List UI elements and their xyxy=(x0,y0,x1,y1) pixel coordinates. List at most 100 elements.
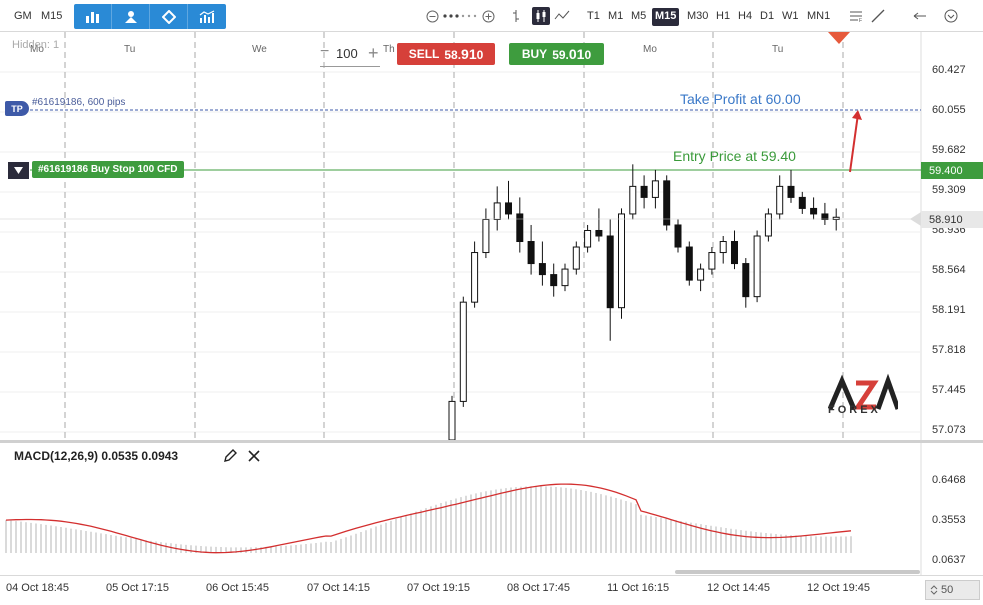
order-menu-button[interactable] xyxy=(8,162,29,179)
macd-axis-label: 0.3553 xyxy=(932,514,966,526)
time-label: 04 Oct 18:45 xyxy=(6,582,69,594)
pencil-icon[interactable] xyxy=(222,448,238,464)
pending-order-badge[interactable]: #61619186 Buy Stop 100 CFD xyxy=(32,161,184,178)
candle-body xyxy=(651,180,659,198)
candle-body xyxy=(663,180,671,226)
line-chart-icon xyxy=(554,10,570,20)
sell-label: SELL xyxy=(408,47,440,61)
tf-M1[interactable]: M1 xyxy=(608,10,623,22)
candle-body xyxy=(493,202,501,220)
close-icon[interactable] xyxy=(246,448,262,464)
chart-toolbar: GM M15 T1 M1 M5 M15 M30 H1 H4 D1 W1 MN1 … xyxy=(0,0,983,32)
tf-M30[interactable]: M30 xyxy=(687,10,708,22)
macd-axis-label: 0.6468 xyxy=(932,474,966,486)
tf-M15[interactable]: M15 xyxy=(652,8,680,26)
trader-icon xyxy=(124,10,137,23)
time-label: 05 Oct 17:15 xyxy=(106,582,169,594)
candle-body xyxy=(640,185,648,198)
macd-histogram xyxy=(5,486,852,553)
price-axis-label: 57.445 xyxy=(932,384,966,396)
bars-count-selector[interactable]: 50 xyxy=(925,580,980,600)
sell-button[interactable]: SELL 58.910 xyxy=(397,43,495,65)
candle-body xyxy=(798,196,806,209)
quantity-increment[interactable]: + xyxy=(368,43,379,64)
buy-price-big: 01 xyxy=(568,46,585,62)
buy-price: 59.010 xyxy=(552,46,591,62)
fibonacci-button[interactable]: F xyxy=(848,8,864,24)
quantity-decrement[interactable]: − xyxy=(320,43,329,61)
candle-body xyxy=(810,207,818,215)
trader-button[interactable] xyxy=(112,4,150,29)
ohlc-bar-icon xyxy=(513,10,519,22)
timeframe-selector[interactable]: M15 xyxy=(41,10,62,22)
object-button[interactable] xyxy=(150,4,188,29)
current-price-tag: 58.910 xyxy=(921,211,983,228)
price-axis-label: 58.191 xyxy=(932,304,966,316)
candle-body xyxy=(471,252,479,303)
candle-body xyxy=(708,252,716,270)
sell-price-big: 91 xyxy=(461,46,477,62)
candle-body xyxy=(459,301,467,402)
zoom-dots-icon xyxy=(443,14,477,18)
price-axis-label: 60.427 xyxy=(932,64,966,76)
quantity-value[interactable]: 100 xyxy=(336,46,358,61)
bar-chart-icon xyxy=(85,11,99,23)
tf-M5[interactable]: M5 xyxy=(631,10,646,22)
tf-MN1[interactable]: MN1 xyxy=(807,10,830,22)
zoom-out-icon xyxy=(426,10,438,22)
tf-T1[interactable]: T1 xyxy=(587,10,600,22)
chart-scrollbar[interactable] xyxy=(675,570,920,574)
logo-text: FOREX xyxy=(828,404,881,416)
day-label: Mo xyxy=(643,44,657,55)
tf-H4[interactable]: H4 xyxy=(738,10,752,22)
trendline-icon xyxy=(871,9,885,23)
candle-body xyxy=(753,235,761,298)
zoom-in-button[interactable] xyxy=(480,8,496,24)
candle-body xyxy=(719,241,727,254)
candlestick-icon xyxy=(536,10,546,22)
buy-button[interactable]: BUY 59.010 xyxy=(509,43,604,65)
triangle-down-icon xyxy=(14,167,23,174)
macd-title: MACD(12,26,9) 0.0535 0.0943 xyxy=(14,449,179,463)
zoom-slider[interactable] xyxy=(442,8,480,24)
svg-text:F: F xyxy=(859,18,862,23)
candle-type-button[interactable] xyxy=(532,7,550,25)
buy-price-tail: 0 xyxy=(584,48,592,62)
account-label[interactable]: GM xyxy=(14,10,32,22)
candle-body xyxy=(629,185,637,215)
bar-type-button[interactable] xyxy=(510,8,526,24)
price-axis-label: 58.564 xyxy=(932,264,966,276)
zoom-out-button[interactable] xyxy=(424,8,440,24)
hidden-objects-label[interactable]: Hidden: 1 xyxy=(12,39,59,51)
settings-button[interactable] xyxy=(943,8,959,24)
macd-axis-label: 0.0637 xyxy=(932,554,966,566)
price-axis-label: 60.055 xyxy=(932,104,966,116)
indicators-button[interactable] xyxy=(188,4,226,29)
candle-body xyxy=(606,235,614,309)
candle-body xyxy=(618,213,625,309)
diamond-icon xyxy=(161,9,176,24)
time-label: 11 Oct 16:15 xyxy=(607,582,670,594)
candle-body xyxy=(787,185,795,198)
hline-button[interactable] xyxy=(912,8,928,24)
sell-price: 58.910 xyxy=(444,46,483,62)
time-label: 06 Oct 15:45 xyxy=(206,582,269,594)
trendline-button[interactable] xyxy=(870,8,886,24)
tf-H1[interactable]: H1 xyxy=(716,10,730,22)
time-label: 07 Oct 19:15 xyxy=(407,582,470,594)
candle-body xyxy=(538,263,546,276)
tf-D1[interactable]: D1 xyxy=(760,10,774,22)
candle-body xyxy=(731,241,738,265)
line-type-button[interactable] xyxy=(554,8,570,24)
take-profit-badge[interactable]: TP xyxy=(5,101,29,116)
entry-price-annotation: Entry Price at 59.40 xyxy=(673,148,796,164)
buy-label: BUY xyxy=(521,47,548,61)
price-axis-label: 57.818 xyxy=(932,344,966,356)
sell-price-main: 58. xyxy=(444,48,462,62)
tf-W1[interactable]: W1 xyxy=(782,10,799,22)
candle-body xyxy=(482,218,490,254)
candle-body xyxy=(742,263,750,298)
macd-signal-line xyxy=(5,483,852,554)
candle-body xyxy=(505,202,512,215)
bar-chart-button[interactable] xyxy=(74,4,112,29)
